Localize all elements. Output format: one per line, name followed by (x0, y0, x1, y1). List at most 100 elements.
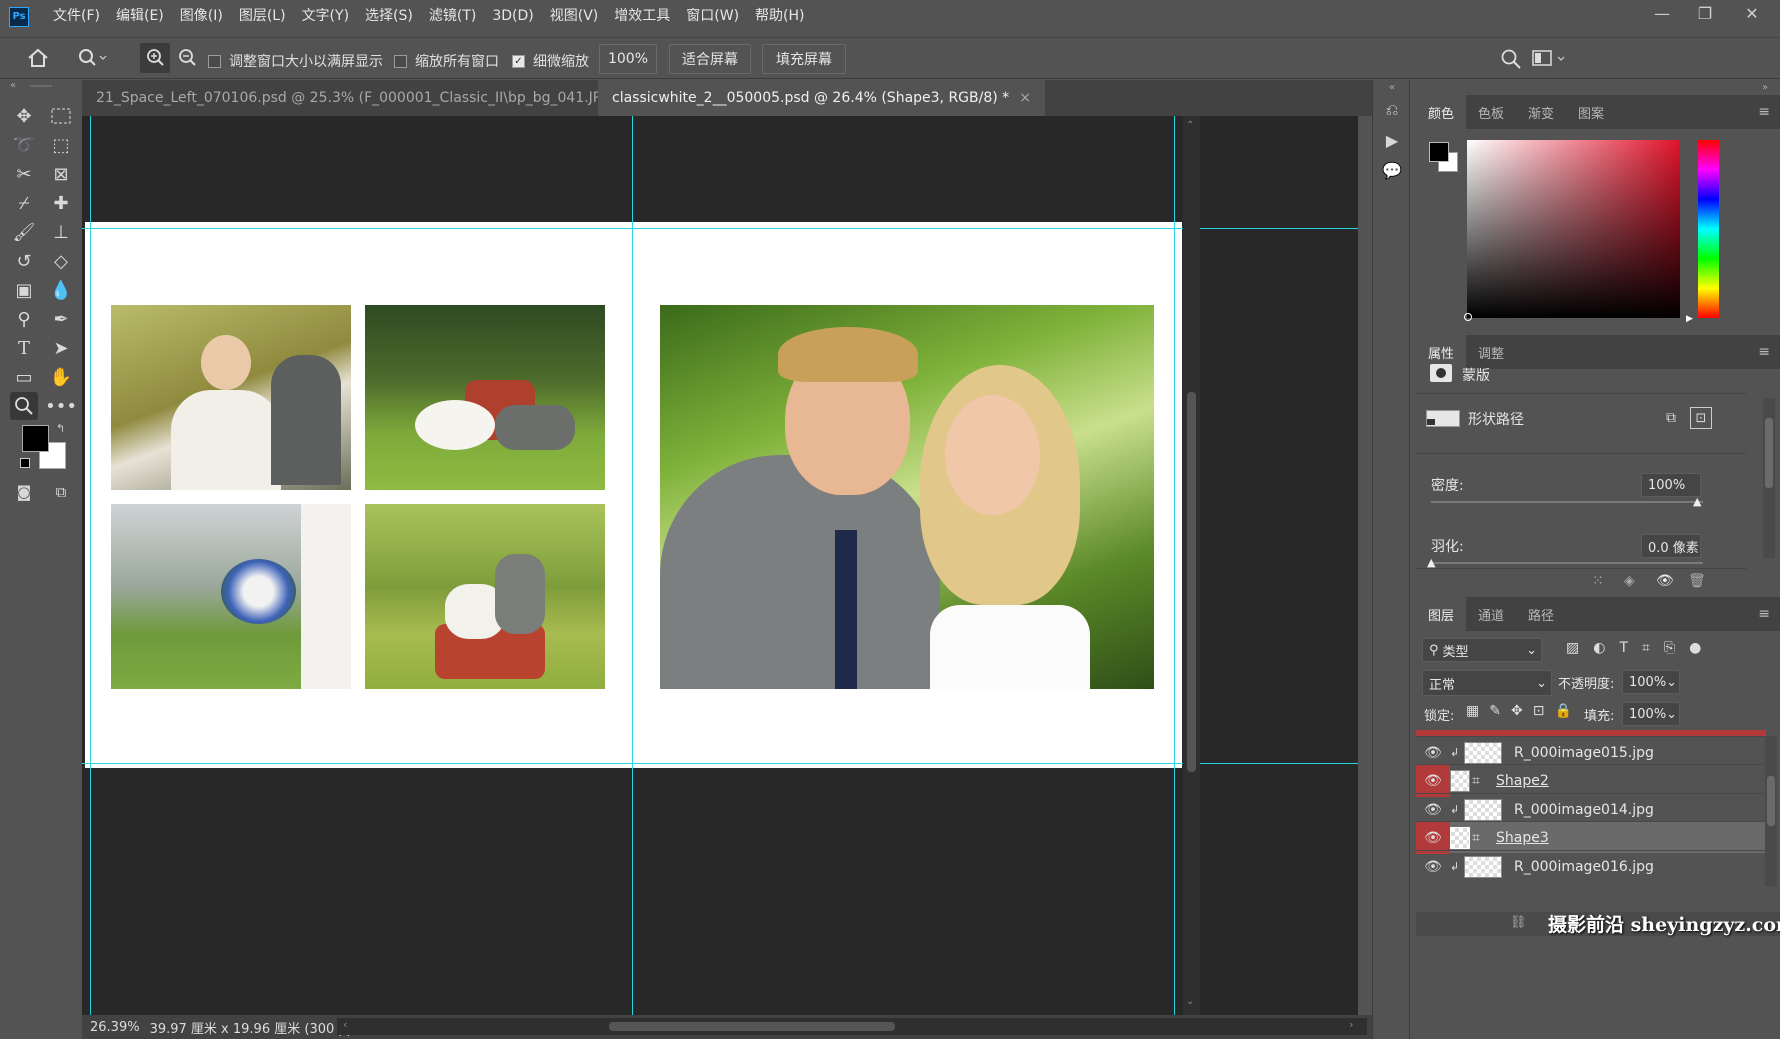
color-picker-field[interactable] (1467, 140, 1680, 318)
tab-swatches[interactable]: 色板 (1466, 95, 1516, 129)
scroll-right-icon[interactable]: › (1349, 1018, 1353, 1031)
guide-line[interactable] (82, 228, 1358, 229)
type-tool-icon[interactable]: T (10, 334, 38, 362)
marquee-tool-icon[interactable] (47, 102, 75, 130)
type-filter-icon[interactable]: T (1619, 640, 1628, 656)
scroll-down-icon[interactable]: ⌄ (1186, 996, 1194, 1007)
fit-screen-button[interactable]: 适合屏幕 (669, 44, 751, 74)
close-tab-icon[interactable]: × (1019, 90, 1031, 106)
zoom-tool-icon[interactable] (10, 392, 38, 420)
blur-tool-icon[interactable]: 💧 (47, 276, 75, 304)
history-panel-icon[interactable]: ⎌ (1378, 96, 1406, 124)
horizontal-scrollbar[interactable]: ‹ › (337, 1018, 1367, 1035)
frame-tool-icon[interactable]: ⊠ (47, 160, 75, 188)
density-slider[interactable] (1431, 501, 1703, 503)
feather-field[interactable]: 0.0 像素 (1641, 534, 1701, 558)
lock-artboard-icon[interactable]: ⊡ (1533, 703, 1545, 719)
minimize-button[interactable]: — (1642, 0, 1682, 26)
eyedropper-tool-icon[interactable]: ⌿ (10, 189, 38, 217)
fill-screen-button[interactable]: 填充屏幕 (762, 44, 846, 74)
tab-color[interactable]: 颜色 (1416, 95, 1467, 129)
zoom-tool-preset-icon[interactable] (78, 48, 108, 68)
expand-icon[interactable]: » (1762, 82, 1768, 93)
history-brush-tool-icon[interactable]: ↺ (10, 247, 38, 275)
lock-pixels-icon[interactable]: ✎ (1489, 703, 1501, 719)
hue-slider[interactable] (1698, 140, 1719, 318)
lasso-tool-icon[interactable]: ➰ (10, 131, 38, 159)
stamp-tool-icon[interactable]: ⊥ (47, 218, 75, 246)
fill-field[interactable]: 100% ⌄ (1622, 702, 1680, 726)
menu-plugins[interactable]: 增效工具 (606, 0, 678, 33)
menu-image[interactable]: 图像(I) (172, 0, 231, 33)
guide-line[interactable] (1174, 116, 1175, 1015)
guide-line[interactable] (90, 116, 91, 1015)
pen-tool-icon[interactable]: ✒ (47, 305, 75, 333)
scrollbar-thumb[interactable] (609, 1022, 895, 1031)
menu-select[interactable]: 选择(S) (357, 0, 421, 33)
path-select-tool-icon[interactable]: ➤ (47, 334, 75, 362)
mask-visibility-eye-icon[interactable]: 👁 (1656, 573, 1674, 589)
delete-mask-icon[interactable]: 🗑 (1688, 573, 1706, 589)
restore-button[interactable]: ❐ (1685, 0, 1725, 26)
home-icon[interactable] (27, 48, 49, 68)
visibility-eye-icon[interactable]: 👁 (1416, 821, 1450, 854)
menu-view[interactable]: 视图(V) (542, 0, 607, 33)
add-pixel-mask-icon[interactable]: ⧉ (1666, 410, 1676, 426)
smart-object-filter-icon[interactable]: ⎘ (1664, 640, 1675, 656)
tab-channels[interactable]: 通道 (1466, 597, 1516, 631)
menu-3d[interactable]: 3D(D) (484, 0, 541, 33)
zoom-level[interactable]: 26.39% (90, 1020, 140, 1035)
lock-transparent-icon[interactable]: ▦ (1466, 703, 1479, 719)
scroll-left-icon[interactable]: ‹ (343, 1018, 347, 1031)
layer-row-selected[interactable]: 👁 ⌗ Shape3 (1416, 821, 1766, 854)
gradient-tool-icon[interactable]: ▣ (10, 276, 38, 304)
layer-filter-dropdown[interactable]: ⚲ 类型 ⌄ (1422, 638, 1542, 662)
zoom-all-checkbox[interactable]: 缩放所有窗口 (394, 51, 499, 71)
actions-play-icon[interactable]: ▶ (1378, 126, 1406, 154)
eraser-tool-icon[interactable]: ◇ (47, 247, 75, 275)
menu-window[interactable]: 窗口(W) (678, 0, 747, 33)
crop-tool-icon[interactable]: ✂ (10, 160, 38, 188)
rectangle-tool-icon[interactable]: ▭ (10, 363, 38, 391)
menu-help[interactable]: 帮助(H) (747, 0, 812, 33)
zoom-in-button[interactable] (140, 43, 170, 73)
zoom-percent-field[interactable]: 100% (599, 44, 657, 74)
brush-tool-icon[interactable]: 🖌 (10, 218, 38, 246)
workspace-icon[interactable] (1532, 48, 1568, 70)
vertical-scrollbar[interactable]: ⌃ ⌄ (1183, 116, 1200, 1015)
load-selection-icon[interactable]: ⁙ (1592, 573, 1604, 589)
tab-adjustments[interactable]: 调整 (1466, 335, 1516, 369)
grip-icon[interactable] (30, 85, 52, 87)
hue-slider-handle[interactable]: ▶ (1686, 314, 1693, 324)
hand-tool-icon[interactable]: ✋ (47, 363, 75, 391)
add-vector-mask-icon[interactable]: ⊡ (1690, 407, 1712, 429)
menu-file[interactable]: 文件(F) (45, 0, 108, 33)
color-picker-cursor[interactable] (1464, 313, 1472, 321)
tab-patterns[interactable]: 图案 (1566, 95, 1616, 129)
tab-gradients[interactable]: 渐变 (1516, 95, 1566, 129)
close-button[interactable]: ✕ (1732, 0, 1772, 26)
pixel-filter-icon[interactable]: ▨ (1566, 640, 1579, 656)
layer-row[interactable]: 👁 ↲ R_000image016.jpg (1416, 850, 1766, 882)
foreground-color-swatch[interactable] (22, 425, 49, 452)
object-select-tool-icon[interactable]: ⬚ (47, 131, 75, 159)
document-tab-2[interactable]: classicwhite_2__050005.psd @ 26.4% (Shap… (598, 80, 1045, 116)
comments-icon[interactable]: 💬 (1378, 156, 1406, 184)
zoom-out-icon[interactable] (172, 43, 202, 73)
dodge-tool-icon[interactable]: ⚲ (10, 305, 38, 333)
lock-all-icon[interactable]: 🔒 (1554, 703, 1571, 719)
guide-line[interactable] (82, 763, 1358, 764)
properties-scrollbar[interactable] (1763, 398, 1775, 558)
collapse-icon[interactable]: « (1389, 82, 1395, 93)
more-tools-icon[interactable]: ••• (45, 392, 77, 420)
density-slider-handle[interactable]: ▲ (1693, 495, 1701, 508)
search-icon[interactable] (1500, 48, 1522, 70)
apply-mask-icon[interactable]: ◈ (1624, 573, 1635, 589)
menu-type[interactable]: 文字(Y) (294, 0, 357, 33)
panel-menu-icon[interactable]: ≡ (1758, 606, 1770, 622)
visibility-eye-icon[interactable]: 👁 (1416, 851, 1450, 883)
layer-row[interactable]: 👁 ⌗ Shape2 (1416, 764, 1766, 797)
feather-slider[interactable] (1431, 562, 1703, 564)
resize-windows-checkbox[interactable]: 调整窗口大小以满屏显示 (208, 51, 383, 71)
menu-edit[interactable]: 编辑(E) (108, 0, 172, 33)
